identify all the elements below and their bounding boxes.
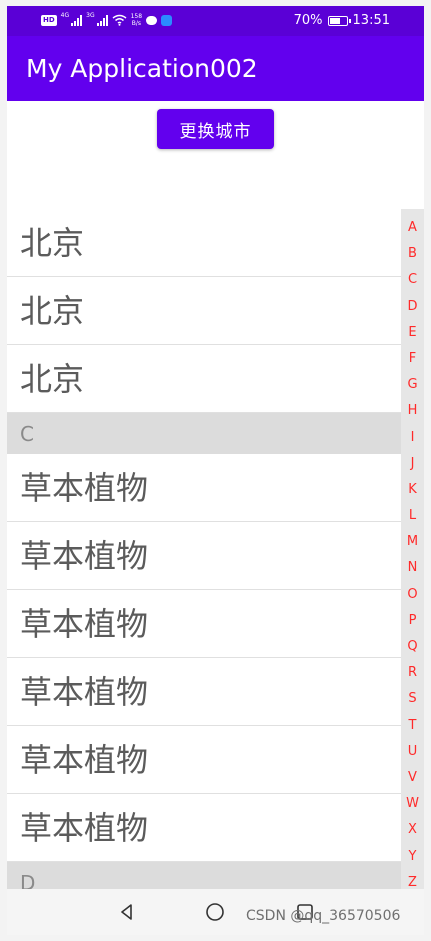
list-item[interactable]: 北京: [7, 209, 401, 277]
index-letter[interactable]: X: [401, 823, 424, 836]
status-bar: HD 4G 3G 158 B/s 70% 13:51: [7, 6, 424, 36]
list-item-label: 北京: [20, 224, 85, 262]
list-item[interactable]: 草本植物: [7, 454, 401, 522]
battery-tip: [348, 18, 351, 23]
list-item[interactable]: 草本植物: [7, 590, 401, 658]
list-item-label: 北京: [20, 360, 85, 398]
list-item[interactable]: 草本植物: [7, 522, 401, 590]
status-right-group: 70% 13:51: [294, 13, 390, 28]
alphabet-index-bar[interactable]: ABC DEFGH IJKLMN OPQRS TUVWX YZ: [401, 209, 424, 889]
index-letter[interactable]: E: [401, 326, 424, 339]
index-letter[interactable]: S: [401, 692, 424, 705]
city-list[interactable]: 北京 北京 北京 C 草本植物 草本植物 草本植物 草本植物 草本植物 草本植物 D: [7, 209, 401, 889]
app-title: My Application002: [26, 54, 258, 83]
list-item-label: 草本植物: [20, 809, 149, 847]
section-header-label: D: [20, 871, 36, 889]
index-letter[interactable]: I: [401, 431, 424, 444]
network-speed: 158 B/s: [131, 13, 142, 27]
index-letter[interactable]: R: [401, 666, 424, 679]
index-letter[interactable]: N: [401, 561, 424, 574]
list-item[interactable]: 草本植物: [7, 794, 401, 862]
index-letter[interactable]: K: [401, 483, 424, 496]
index-letter[interactable]: U: [401, 745, 424, 758]
phone-screen: HD 4G 3G 158 B/s 70% 13:51 My Applicatio…: [7, 6, 424, 935]
index-letter[interactable]: Z: [401, 876, 424, 889]
index-letter[interactable]: A: [401, 221, 424, 234]
notification-app-icon: [161, 14, 173, 26]
hd-badge: HD: [41, 14, 57, 26]
index-letter[interactable]: O: [401, 588, 424, 601]
network-speed-unit: B/s: [131, 20, 141, 27]
section-header-label: C: [20, 422, 34, 446]
index-letter[interactable]: J: [401, 457, 424, 470]
list-item-label: 北京: [20, 292, 85, 330]
index-letter[interactable]: P: [401, 614, 424, 627]
index-letter[interactable]: M: [401, 535, 424, 548]
home-icon[interactable]: [205, 902, 225, 922]
index-letter[interactable]: Y: [401, 850, 424, 863]
screenshot-frame: HD 4G 3G 158 B/s 70% 13:51 My Applicatio…: [0, 0, 431, 941]
battery-fill: [329, 17, 341, 24]
list-item-label: 草本植物: [20, 741, 149, 779]
section-header: D: [7, 862, 401, 889]
signal-icon-2: [96, 14, 108, 26]
index-letter[interactable]: B: [401, 247, 424, 260]
list-item[interactable]: 北京: [7, 277, 401, 345]
list-item-label: 草本植物: [20, 537, 149, 575]
wifi-icon: [112, 14, 127, 26]
cloud-icon: [146, 15, 158, 25]
network-type-2: 3G: [86, 12, 95, 19]
list-item[interactable]: 草本植物: [7, 726, 401, 794]
list-item[interactable]: 北京: [7, 345, 401, 413]
status-left-group: HD 4G 3G 158 B/s: [41, 12, 173, 27]
index-letter[interactable]: C: [401, 273, 424, 286]
index-letter[interactable]: H: [401, 404, 424, 417]
index-letter[interactable]: G: [401, 378, 424, 391]
index-letter[interactable]: T: [401, 719, 424, 732]
index-letter[interactable]: F: [401, 352, 424, 365]
app-bar: My Application002: [7, 36, 424, 101]
list-item-label: 草本植物: [20, 673, 149, 711]
network-speed-value: 158: [130, 13, 143, 20]
list-item-label: 草本植物: [20, 605, 149, 643]
battery-icon: [327, 15, 351, 26]
index-letter[interactable]: V: [401, 771, 424, 784]
index-letter[interactable]: L: [401, 509, 424, 522]
watermark: CSDN @qq_36570506: [246, 908, 401, 924]
clock: 13:51: [352, 13, 390, 28]
section-header: C: [7, 413, 401, 454]
index-letter[interactable]: W: [401, 797, 424, 810]
change-city-button[interactable]: 更换城市: [157, 109, 274, 149]
index-letter[interactable]: Q: [401, 640, 424, 653]
list-item-label: 草本植物: [20, 469, 149, 507]
index-letter[interactable]: D: [401, 300, 424, 313]
back-icon[interactable]: [117, 902, 137, 922]
battery-percent: 70%: [293, 13, 323, 28]
list-item[interactable]: 草本植物: [7, 658, 401, 726]
signal-icon: [71, 14, 83, 26]
network-type-1: 4G: [60, 12, 70, 19]
